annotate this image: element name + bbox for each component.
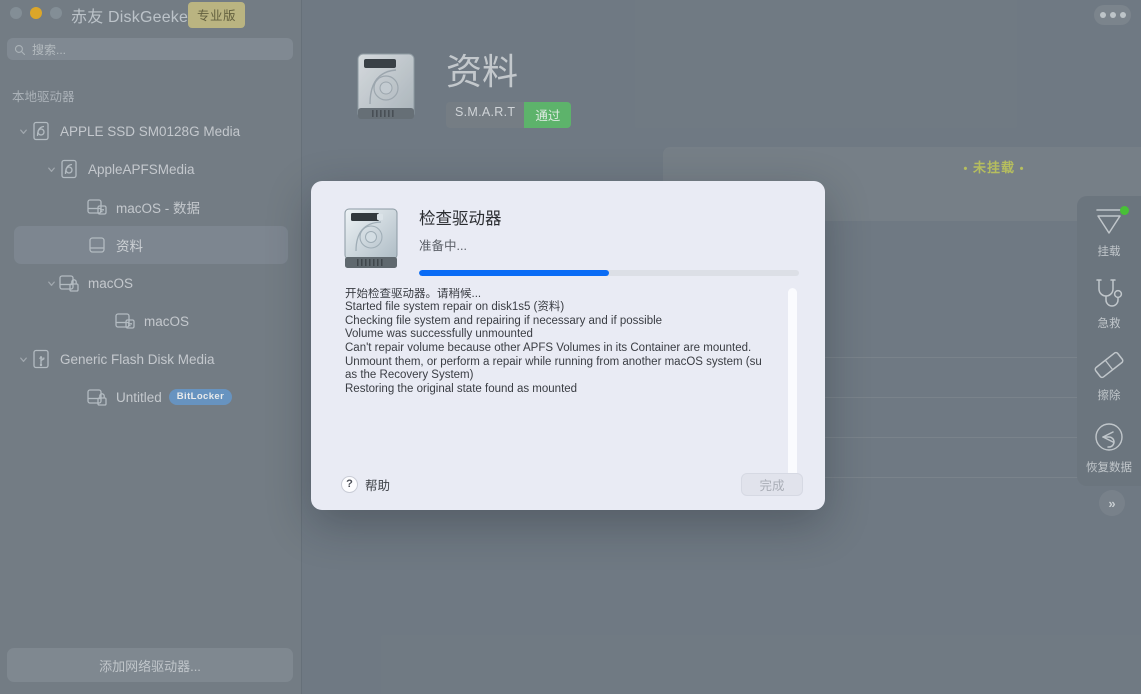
log-scrollbar-thumb[interactable]	[788, 287, 797, 481]
help-button[interactable]: ? 帮助	[341, 475, 390, 494]
app-window: 赤友 DiskGeeker 专业版 搜索... 本地驱动器 APPLE SSD …	[0, 0, 1141, 694]
progress-bar-fill	[419, 269, 609, 276]
hard-drive-icon	[341, 207, 403, 271]
dialog-subtitle: 准备中...	[419, 238, 467, 253]
log-text: 开始检查驱动器。请稍候... Started file system repai…	[345, 287, 762, 395]
log-area: 开始检查驱动器。请稍候... Started file system repai…	[345, 287, 811, 483]
done-button[interactable]: 完成	[741, 472, 803, 496]
dialog-title: 检查驱动器	[419, 210, 502, 228]
dialog-footer: ? 帮助 完成	[311, 458, 825, 510]
dialog-header: 检查驱动器 准备中...	[311, 181, 825, 276]
dialog-title-block: 检查驱动器 准备中...	[419, 203, 803, 276]
progress-bar	[419, 269, 799, 276]
help-label: 帮助	[365, 478, 391, 493]
check-drive-dialog: 检查驱动器 准备中... 开始检查驱动器。请稍候... Started file…	[311, 181, 825, 510]
question-mark-icon: ?	[341, 475, 358, 493]
